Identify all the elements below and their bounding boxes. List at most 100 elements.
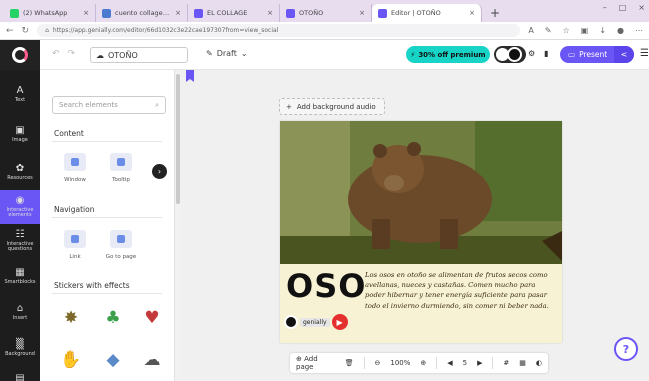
browser-tab-whatsapp[interactable]: (2) WhatsApp × — [4, 4, 96, 22]
element-tooltip[interactable]: Tooltip — [102, 153, 140, 193]
background-audio-label: Add background audio — [296, 102, 376, 111]
present-button[interactable]: ▭ Present < — [560, 46, 634, 63]
browser-actions: A ✎ ☆ ▣ ↓ ● ⋯ — [528, 26, 643, 35]
close-icon[interactable]: × — [175, 9, 181, 17]
genially-logo[interactable] — [0, 40, 40, 70]
grid-icon[interactable]: # — [503, 359, 509, 367]
pages-grid-icon[interactable]: ▦ — [519, 359, 526, 367]
share-icon[interactable]: < — [614, 46, 634, 63]
sidebar-item-pages[interactable]: ▤ — [0, 362, 40, 381]
close-icon[interactable]: × — [83, 9, 89, 17]
slide[interactable]: OSO Los osos en otoño se alimentan de fr… — [280, 121, 562, 343]
tab-title: OTOÑO — [299, 9, 324, 17]
reload-icon[interactable]: ↻ — [22, 26, 30, 36]
browser-tab-editor[interactable]: Editor | OTOÑO × — [372, 4, 482, 22]
lock-icon: ⌂ — [45, 27, 49, 34]
zoom-in-icon[interactable]: ⊕ — [420, 359, 426, 367]
analytics-icon[interactable]: ▮ — [544, 49, 548, 58]
slide-description[interactable]: Los osos en otoño se alimentan de frutos… — [365, 270, 555, 311]
browser-tab-cuento[interactable]: cuento collage en genially - B × — [96, 4, 188, 22]
genially-icon — [286, 8, 295, 18]
sticker-cloud-icon[interactable]: ☁ — [140, 348, 164, 372]
url-field[interactable]: ⌂ https://app.genially.com/editor/66d103… — [37, 24, 521, 37]
sidebar-item-image[interactable]: ▣ Image — [0, 118, 40, 152]
genially-badge[interactable]: genially ▶ — [284, 314, 348, 330]
genially-icon — [194, 8, 203, 18]
contrast-icon[interactable]: ◐ — [536, 359, 542, 367]
settings-icon[interactable]: ⚙ — [528, 49, 535, 58]
sticker-balloon-icon[interactable]: ♣ — [101, 306, 125, 330]
menu-icon[interactable]: ☰ — [640, 48, 649, 59]
premium-offer-button[interactable]: ⚡ 30% off premium — [406, 46, 490, 63]
carousel-next-button[interactable]: › — [152, 164, 167, 179]
window-icon — [64, 153, 86, 171]
slide-title[interactable]: OSO — [286, 267, 366, 305]
close-icon[interactable]: × — [469, 9, 475, 17]
maximize-button[interactable]: □ — [619, 3, 627, 12]
sticker-dragon-icon[interactable]: ✸ — [59, 306, 83, 330]
sidebar-item-background[interactable]: ▒ Background — [0, 332, 40, 366]
image-icon: ▣ — [15, 125, 25, 137]
lightning-icon: ⚡ — [410, 50, 416, 59]
trash-icon[interactable]: 🗑 — [345, 359, 354, 367]
play-icon[interactable]: ▶ — [331, 314, 348, 330]
present-icon: ▭ — [568, 50, 576, 59]
back-arrow-icon[interactable]: ← — [6, 26, 14, 36]
bear-photo[interactable] — [280, 121, 562, 264]
tab-title: (2) WhatsApp — [23, 9, 68, 17]
element-window[interactable]: Window — [56, 153, 94, 193]
sticker-hand-icon[interactable]: ✋ — [59, 348, 83, 372]
draft-dropdown[interactable]: ✎ Draft ⌄ — [206, 49, 248, 58]
collaborator-toggle[interactable] — [494, 46, 526, 63]
zoom-out-icon[interactable]: ⊖ — [375, 359, 381, 367]
help-button[interactable]: ? — [614, 337, 638, 361]
minimize-button[interactable]: – — [603, 3, 607, 12]
divider — [492, 357, 494, 369]
downloads-icon[interactable]: ↓ — [599, 26, 606, 35]
new-tab-button[interactable]: + — [482, 4, 508, 22]
sidebar-item-label: Text — [14, 97, 26, 104]
sticker-diamond-icon[interactable]: ◆ — [101, 348, 125, 372]
sidebar-item-resources[interactable]: ✿ Resources — [0, 156, 40, 190]
more-icon[interactable]: ⋯ — [635, 26, 643, 35]
previous-page-icon[interactable]: ◀ — [447, 359, 452, 367]
collections-icon[interactable]: ▣ — [581, 26, 589, 35]
close-icon[interactable]: × — [267, 9, 273, 17]
sticker-heart-icon[interactable]: ♥ — [140, 306, 164, 330]
search-elements-input[interactable]: Search elements ⌕ — [52, 96, 166, 114]
scrollbar-thumb[interactable] — [176, 74, 180, 204]
extensions-icon[interactable]: ✎ — [545, 26, 552, 35]
add-background-audio-button[interactable]: + Add background audio — [279, 98, 385, 115]
search-placeholder: Search elements — [59, 101, 118, 109]
next-page-icon[interactable]: ▶ — [477, 359, 482, 367]
browser-tab-bar: (2) WhatsApp × cuento collage en geniall… — [0, 0, 649, 22]
undo-icon[interactable]: ↶ — [52, 49, 60, 59]
divider — [363, 357, 365, 369]
sidebar-item-text[interactable]: A Text — [0, 78, 40, 112]
element-link[interactable]: Link — [56, 230, 94, 270]
tool-sidebar: A Text ▣ Image ✿ Resources ◉ Interactive… — [0, 70, 40, 381]
genially-icon — [378, 8, 387, 18]
background-icon: ▒ — [16, 339, 24, 351]
window-controls: – □ × — [603, 3, 645, 12]
divider — [436, 357, 438, 369]
add-page-button[interactable]: ⊕ Add page — [296, 355, 335, 371]
close-window-button[interactable]: × — [638, 3, 645, 12]
sidebar-item-interactive-questions[interactable]: ☷ Interactive questions — [0, 224, 40, 258]
browser-tab-otono[interactable]: OTOÑO × — [280, 4, 372, 22]
sidebar-item-smartblocks[interactable]: ▦ Smartblocks — [0, 260, 40, 294]
element-label: Go to page — [105, 254, 137, 260]
profile-icon[interactable]: ● — [617, 26, 624, 35]
sidebar-item-interactive-elements[interactable]: ◉ Interactive elements — [0, 190, 40, 224]
element-go-to-page[interactable]: Go to page — [102, 230, 140, 270]
sidebar-item-label: Resources — [7, 175, 33, 182]
browser-tab-collage[interactable]: EL COLLAGE × — [188, 4, 280, 22]
project-title-field[interactable]: ☁ OTOÑO — [90, 47, 188, 63]
read-aloud-icon[interactable]: A — [528, 26, 533, 35]
avatar — [507, 47, 522, 62]
history-controls: ↶ ↷ — [52, 49, 75, 59]
favorites-icon[interactable]: ☆ — [563, 26, 570, 35]
sidebar-item-insert[interactable]: ⌂ Insert — [0, 296, 40, 330]
redo-icon[interactable]: ↷ — [68, 49, 76, 59]
close-icon[interactable]: × — [359, 9, 365, 17]
